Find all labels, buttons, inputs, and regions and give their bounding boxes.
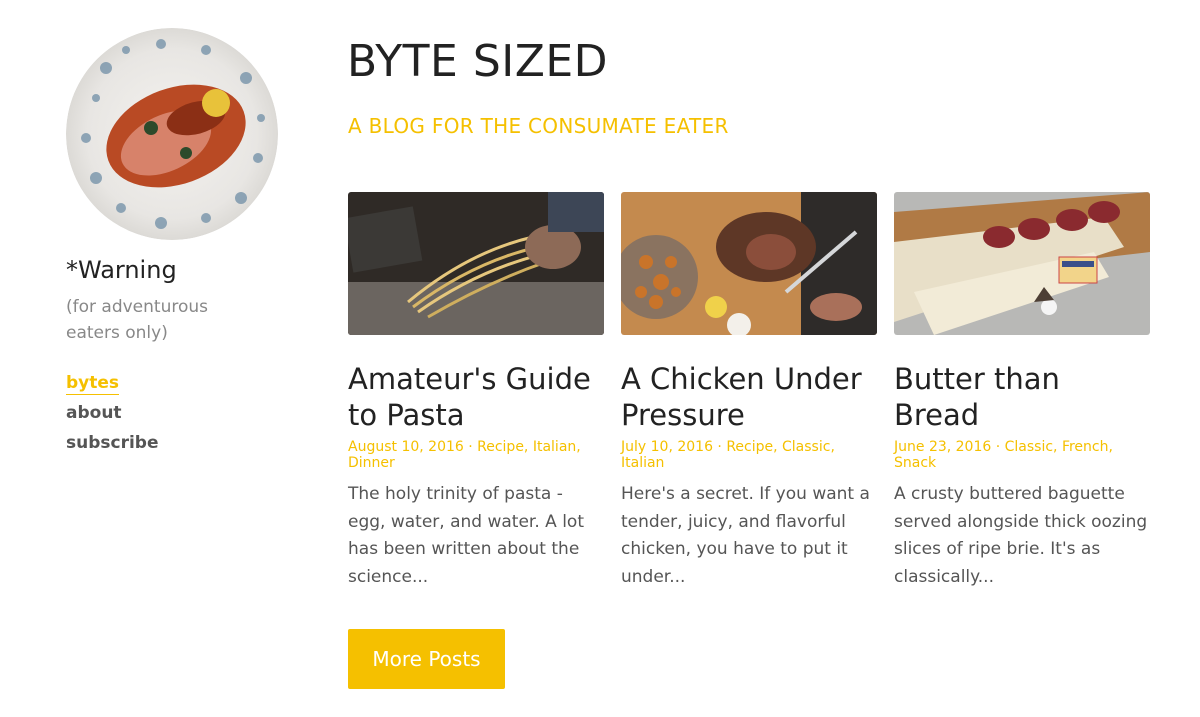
post-meta[interactable]: July 10, 2016 · Recipe, Classic, Italian <box>621 439 877 471</box>
post-title[interactable]: Amateur's Guide to Pasta <box>348 361 604 433</box>
sidebar: *Warning (for adventurous eaters only) b… <box>66 28 286 458</box>
post-list: Amateur's Guide to Pasta August 10, 2016… <box>348 192 1150 591</box>
post-card: A Chicken Under Pressure July 10, 2016 ·… <box>621 192 877 591</box>
post-meta[interactable]: August 10, 2016 · Recipe, Italian, Dinne… <box>348 439 604 471</box>
site-title[interactable]: BYTE SIZED <box>347 36 608 87</box>
post-card: Amateur's Guide to Pasta August 10, 2016… <box>348 192 604 591</box>
pasta-photo[interactable] <box>348 192 604 335</box>
sidebar-warning: *Warning <box>66 256 177 284</box>
nav-item-bytes[interactable]: bytes <box>66 368 286 398</box>
more-posts-button[interactable]: More Posts <box>348 629 505 689</box>
baguette-photo[interactable] <box>894 192 1150 335</box>
roast-chicken-photo[interactable] <box>621 192 877 335</box>
nav-item-about[interactable]: about <box>66 398 286 428</box>
site-subtitle: A BLOG FOR THE CONSUMATE EATER <box>348 114 729 138</box>
post-meta[interactable]: June 23, 2016 · Classic, French, Snack <box>894 439 1150 471</box>
sidebar-tagline: (for adventurous eaters only) <box>66 297 209 343</box>
nav-item-label: about <box>66 403 122 423</box>
post-title[interactable]: Butter than Bread <box>894 361 1150 433</box>
nav-item-label: subscribe <box>66 433 159 453</box>
post-excerpt: Here's a secret. If you want a tender, j… <box>621 484 870 587</box>
post-excerpt: A crusty buttered baguette served alongs… <box>894 484 1148 587</box>
nav-item-subscribe[interactable]: subscribe <box>66 428 286 458</box>
nav-item-label: bytes <box>66 373 120 395</box>
post-excerpt: The holy trinity of pasta - egg, water, … <box>348 484 584 587</box>
sidebar-nav: bytes about subscribe <box>66 368 286 458</box>
avatar[interactable] <box>66 28 278 240</box>
post-card: Butter than Bread June 23, 2016 · Classi… <box>894 192 1150 591</box>
post-title[interactable]: A Chicken Under Pressure <box>621 361 877 433</box>
